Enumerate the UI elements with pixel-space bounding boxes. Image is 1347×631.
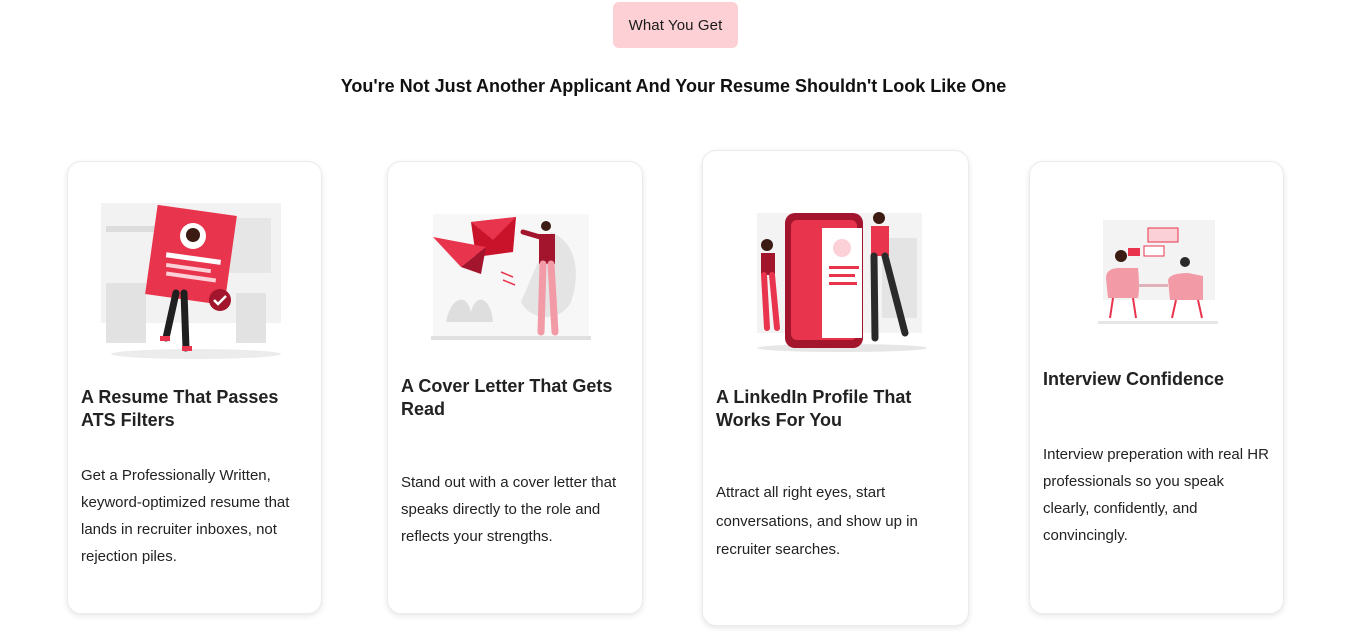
feature-card-resume: A Resume That Passes ATS Filters Get a P… (67, 161, 322, 614)
card-title: A Cover Letter That Gets Read (401, 376, 613, 419)
feature-card-linkedin: A LinkedIn Profile That Works For You At… (702, 150, 969, 626)
card-description: Stand out with a cover letter that speak… (401, 474, 617, 545)
feature-card-interview: Interview Confidence Interview preperati… (1029, 161, 1284, 614)
what-you-get-badge: What You Get (613, 2, 738, 48)
interview-illustration (1098, 220, 1218, 324)
cover-letter-illustration (431, 214, 591, 340)
card-description: Interview preperation with real HR profe… (1043, 446, 1269, 544)
feature-card-cover-letter: A Cover Letter That Gets Read Stand out … (387, 161, 643, 614)
resume-illustration (101, 203, 281, 359)
card-title: A Resume That Passes ATS Filters (81, 387, 279, 430)
section-heading: You're Not Just Another Applicant And Yo… (340, 76, 1007, 96)
card-title: A LinkedIn Profile That Works For You (716, 387, 912, 430)
linkedin-profile-illustration (757, 212, 927, 352)
card-title: Interview Confidence (1043, 369, 1225, 389)
card-description: Get a Professionally Written, keyword-op… (81, 467, 290, 565)
card-description: Attract all right eyes, start conversati… (716, 484, 918, 558)
